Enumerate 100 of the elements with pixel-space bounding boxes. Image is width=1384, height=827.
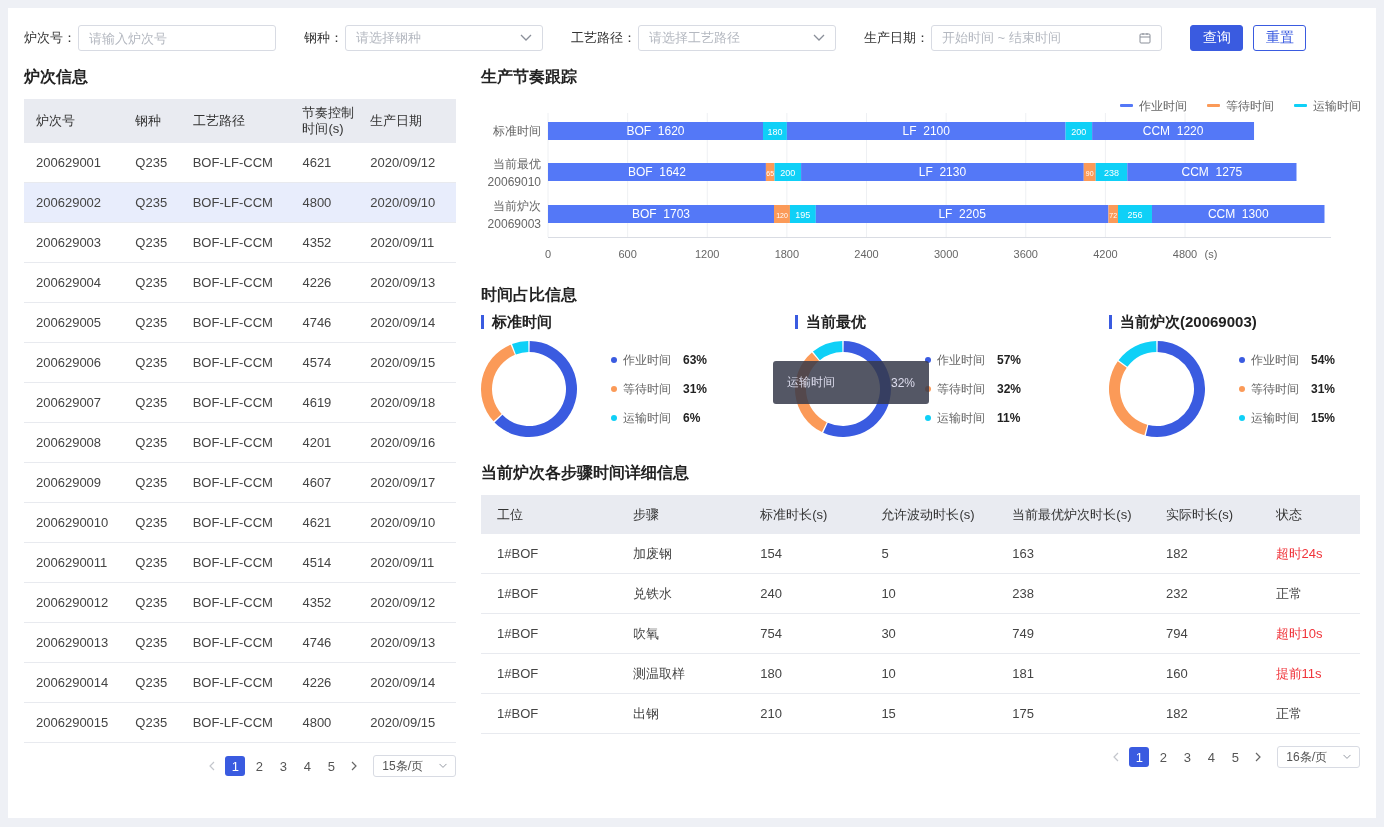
axis-label: 1800 (774, 248, 800, 260)
legend-label: 等待时间 (937, 380, 985, 398)
table-cell: 2020/09/16 (358, 422, 456, 463)
table-cell: 2020/09/11 (358, 222, 456, 263)
table-cell: 2020/09/11 (358, 542, 456, 583)
table-cell: BOF-LF-CCM (180, 502, 291, 543)
table-cell: 200629007 (24, 382, 124, 423)
bar-label: LF 2205 (938, 207, 986, 221)
table-cell: BOF-LF-CCM (180, 222, 291, 263)
bar-label: LF 2130 (918, 165, 967, 179)
table-cell: 154 (744, 534, 866, 574)
table-cell: 4352 (290, 222, 359, 263)
table-cell: 2020/09/14 (358, 662, 456, 703)
axis-label: 3000 (933, 248, 959, 260)
bar-label: CCM 1220 (1142, 124, 1204, 138)
column-header: 钢种 (123, 99, 181, 143)
bar-label: CCM 1300 (1207, 207, 1269, 221)
table-cell: BOF-LF-CCM (180, 622, 291, 663)
table-cell: Q235 (123, 302, 181, 343)
table-cell: 2020/09/10 (358, 182, 456, 223)
table-cell: Q235 (123, 382, 181, 423)
category-label: 标准时间 (493, 124, 541, 138)
table-cell: Q235 (123, 542, 181, 583)
legend-label: 运输时间 (1313, 99, 1361, 113)
table-cell: 200629001 (24, 143, 124, 183)
table-cell: Q235 (123, 702, 181, 743)
table-cell: 1#BOF (481, 693, 618, 734)
section-title: 当前炉次各步骤时间详细信息 (481, 463, 690, 483)
table-cell: 175 (996, 693, 1150, 734)
table-cell: 4621 (290, 502, 359, 543)
legend-value: 57% (997, 353, 1022, 367)
table-cell: 182 (1149, 693, 1260, 734)
table-cell: 160 (1149, 653, 1260, 694)
table-cell: 200629008 (24, 422, 124, 463)
bar-label: 256 (1127, 210, 1143, 220)
table-cell: 200629002 (24, 182, 124, 223)
filter-label: 钢种： (304, 29, 343, 47)
table-cell: 2020/09/13 (358, 262, 456, 303)
table-cell: 4352 (290, 582, 359, 623)
table-cell: 238 (996, 573, 1150, 614)
status-cell: 正常 (1259, 573, 1360, 614)
axis-label: 1200 (695, 248, 720, 260)
status-cell: 提前11s (1259, 653, 1360, 694)
table-cell: 30 (865, 613, 997, 654)
table-cell: 240 (744, 573, 866, 614)
table-cell: 4746 (290, 622, 359, 663)
table-cell: 2006290014 (24, 662, 124, 703)
table-cell: 200629005 (24, 302, 124, 343)
table-cell: 200629009 (24, 462, 124, 503)
table-cell: 4201 (290, 422, 359, 463)
axis-label: 3600 (1013, 248, 1038, 260)
column-header: 节奏控制时间(s) (290, 99, 359, 143)
table-cell: BOF-LF-CCM (180, 302, 291, 343)
legend-label: 运输时间 (623, 409, 671, 427)
bar-label: 180 (767, 127, 783, 137)
status-cell: 正常 (1259, 693, 1360, 734)
legend-label: 作业时间 (1251, 351, 1299, 369)
table-cell: Q235 (123, 342, 181, 383)
legend-label: 作业时间 (1138, 99, 1187, 113)
section-title: 炉次信息 (24, 67, 89, 87)
column-header: 炉次号 (24, 99, 124, 143)
column-header: 工艺路径 (180, 99, 291, 143)
table-cell: 200629003 (24, 222, 124, 263)
column-header: 生产日期 (358, 99, 456, 143)
table-cell: BOF-LF-CCM (180, 382, 291, 423)
bar-label: LF 2100 (902, 124, 950, 138)
table-cell: Q235 (123, 143, 181, 183)
bar-label: 195 (795, 210, 811, 220)
table-cell: 4746 (290, 302, 359, 343)
table-cell: BOF-LF-CCM (180, 143, 291, 183)
axis-label: 600 (618, 248, 637, 260)
table-cell: Q235 (123, 502, 181, 543)
table-cell: 2020/09/12 (358, 582, 456, 623)
bar-label: BOF 1642 (627, 165, 686, 179)
table-cell: Q235 (123, 662, 181, 703)
legend-label: 作业时间 (937, 351, 985, 369)
bar-label: CCM 1275 (1181, 165, 1243, 179)
legend-label: 运输时间 (937, 409, 985, 427)
chart-tooltip: 运输时间 32% (773, 361, 929, 404)
table-cell: 5 (865, 534, 997, 574)
status-cell: 超时10s (1259, 613, 1360, 654)
table-cell: 测温取样 (617, 653, 745, 694)
axis-unit: (s) (1204, 248, 1218, 260)
legend-value: 31% (1311, 382, 1336, 396)
legend-label: 等待时间 (1251, 380, 1299, 398)
section-title: 时间占比信息 (481, 285, 578, 305)
column-header: 工位 (481, 495, 618, 534)
table-cell: Q235 (123, 462, 181, 503)
legend-label: 作业时间 (623, 351, 671, 369)
table-cell: 180 (744, 653, 866, 694)
table-cell: 163 (996, 534, 1150, 574)
table-cell: Q235 (123, 582, 181, 623)
status-cell: 超时24s (1259, 534, 1360, 574)
axis-label: 2400 (854, 248, 879, 260)
table-cell: 出钢 (617, 693, 745, 734)
table-cell: 4621 (290, 143, 359, 183)
table-cell: 2020/09/15 (358, 702, 456, 743)
category-label: 当前最优 20069010 (487, 157, 541, 189)
column-header: 标准时长(s) (744, 495, 866, 534)
column-header: 允许波动时长(s) (865, 495, 997, 534)
